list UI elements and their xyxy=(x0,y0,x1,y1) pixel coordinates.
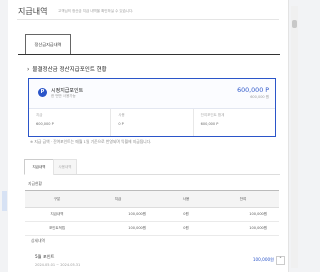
stat-value: 600,000 P xyxy=(200,122,219,126)
point-sub: 한 번만 사용가능 xyxy=(51,94,76,98)
point-stats: 지급 600,000 P 사용 0 P 잔여포인트 합계 600,000 P xyxy=(29,109,275,136)
stat-label: 지급 xyxy=(36,113,43,117)
point-card-header: P 시정지급포인트 한 번만 사용가능 600,000 P 600,000 원 xyxy=(29,79,275,109)
tab-payment-history[interactable]: 정산금지급내역 xyxy=(25,34,71,55)
table-row: 지급내역 100,000원 0원 100,000원 xyxy=(25,207,279,222)
chevron-right-icon: › xyxy=(27,65,30,73)
stat-value: 0 P xyxy=(118,122,124,126)
table-cell: 포인트적립 xyxy=(25,221,89,236)
subtab-bar: 지급내역 사용내역 xyxy=(24,159,280,175)
notice-text: ※ 지급 금액 · 잔여포인트는 매월 1일 기준으로 반영되며 익월에 지급됩… xyxy=(30,139,152,144)
point-amount-won: 600,000 원 xyxy=(250,95,269,99)
summary-heading: 지급현황 xyxy=(28,181,42,186)
col-header: 사용 xyxy=(154,190,218,208)
page-description: 고객님의 정산금 지급 내역을 확인하실 수 있습니다. xyxy=(58,9,134,13)
details-heading: 상세내역 xyxy=(31,238,45,243)
point-coin-icon: P xyxy=(38,88,47,97)
detail-item-period: 2024.05.01 ~ 2024.05.31 xyxy=(35,263,81,267)
table-cell: 100,000원 xyxy=(89,207,154,222)
col-header: 잔여 xyxy=(218,190,279,208)
scrollbar-track[interactable] xyxy=(291,6,298,268)
stat-value: 600,000 P xyxy=(36,122,54,126)
stat-issued: 지급 600,000 P xyxy=(29,109,112,136)
table-cell: 0원 xyxy=(154,207,218,222)
section-header: › 물결정산금 정산지급포인트 현황 xyxy=(27,65,107,74)
left-edge-highlight xyxy=(2,191,7,211)
table-cell: 100,000원 xyxy=(218,207,279,222)
point-summary-card: P 시정지급포인트 한 번만 사용가능 600,000 P 600,000 원 … xyxy=(28,78,276,137)
table-cell: 100,000원 xyxy=(218,221,279,236)
scrollbar-thumb[interactable] xyxy=(292,20,297,28)
table-row: 포인트적립 100,000원 0원 100,000원 xyxy=(25,221,279,236)
stat-used: 사용 0 P xyxy=(111,109,194,136)
chevron-up-icon[interactable]: ˄ xyxy=(276,256,285,265)
table-cell: 0원 xyxy=(154,221,218,236)
tab-bar-line xyxy=(18,54,280,55)
section-title: 물결정산금 정산지급포인트 현황 xyxy=(32,67,107,73)
col-header: 지급 xyxy=(89,190,154,208)
detail-item-name: 5월 포인트 xyxy=(35,254,55,259)
summary-table: 구분 지급 사용 잔여 지급내역 100,000원 0원 100,000원 포인… xyxy=(25,190,279,236)
stat-label: 사용 xyxy=(118,113,125,117)
point-amount: 600,000 P xyxy=(237,87,269,94)
table-header-row: 구분 지급 사용 잔여 xyxy=(25,190,279,208)
detail-item-amount: 100,000원 xyxy=(252,257,274,262)
panel-edge xyxy=(288,0,289,272)
subtab-payments[interactable]: 지급내역 xyxy=(24,159,54,175)
point-name: 시정지급포인트 xyxy=(51,88,84,94)
subtab-usage[interactable]: 사용내역 xyxy=(53,159,77,174)
stat-label: 잔여포인트 합계 xyxy=(200,113,225,117)
col-header: 구분 xyxy=(25,190,89,208)
page-title: 지급내역 xyxy=(18,7,48,16)
table-cell: 지급내역 xyxy=(25,207,89,222)
stat-remaining: 잔여포인트 합계 600,000 P xyxy=(194,109,275,136)
title-divider xyxy=(17,19,279,20)
table-cell: 100,000원 xyxy=(89,221,154,236)
